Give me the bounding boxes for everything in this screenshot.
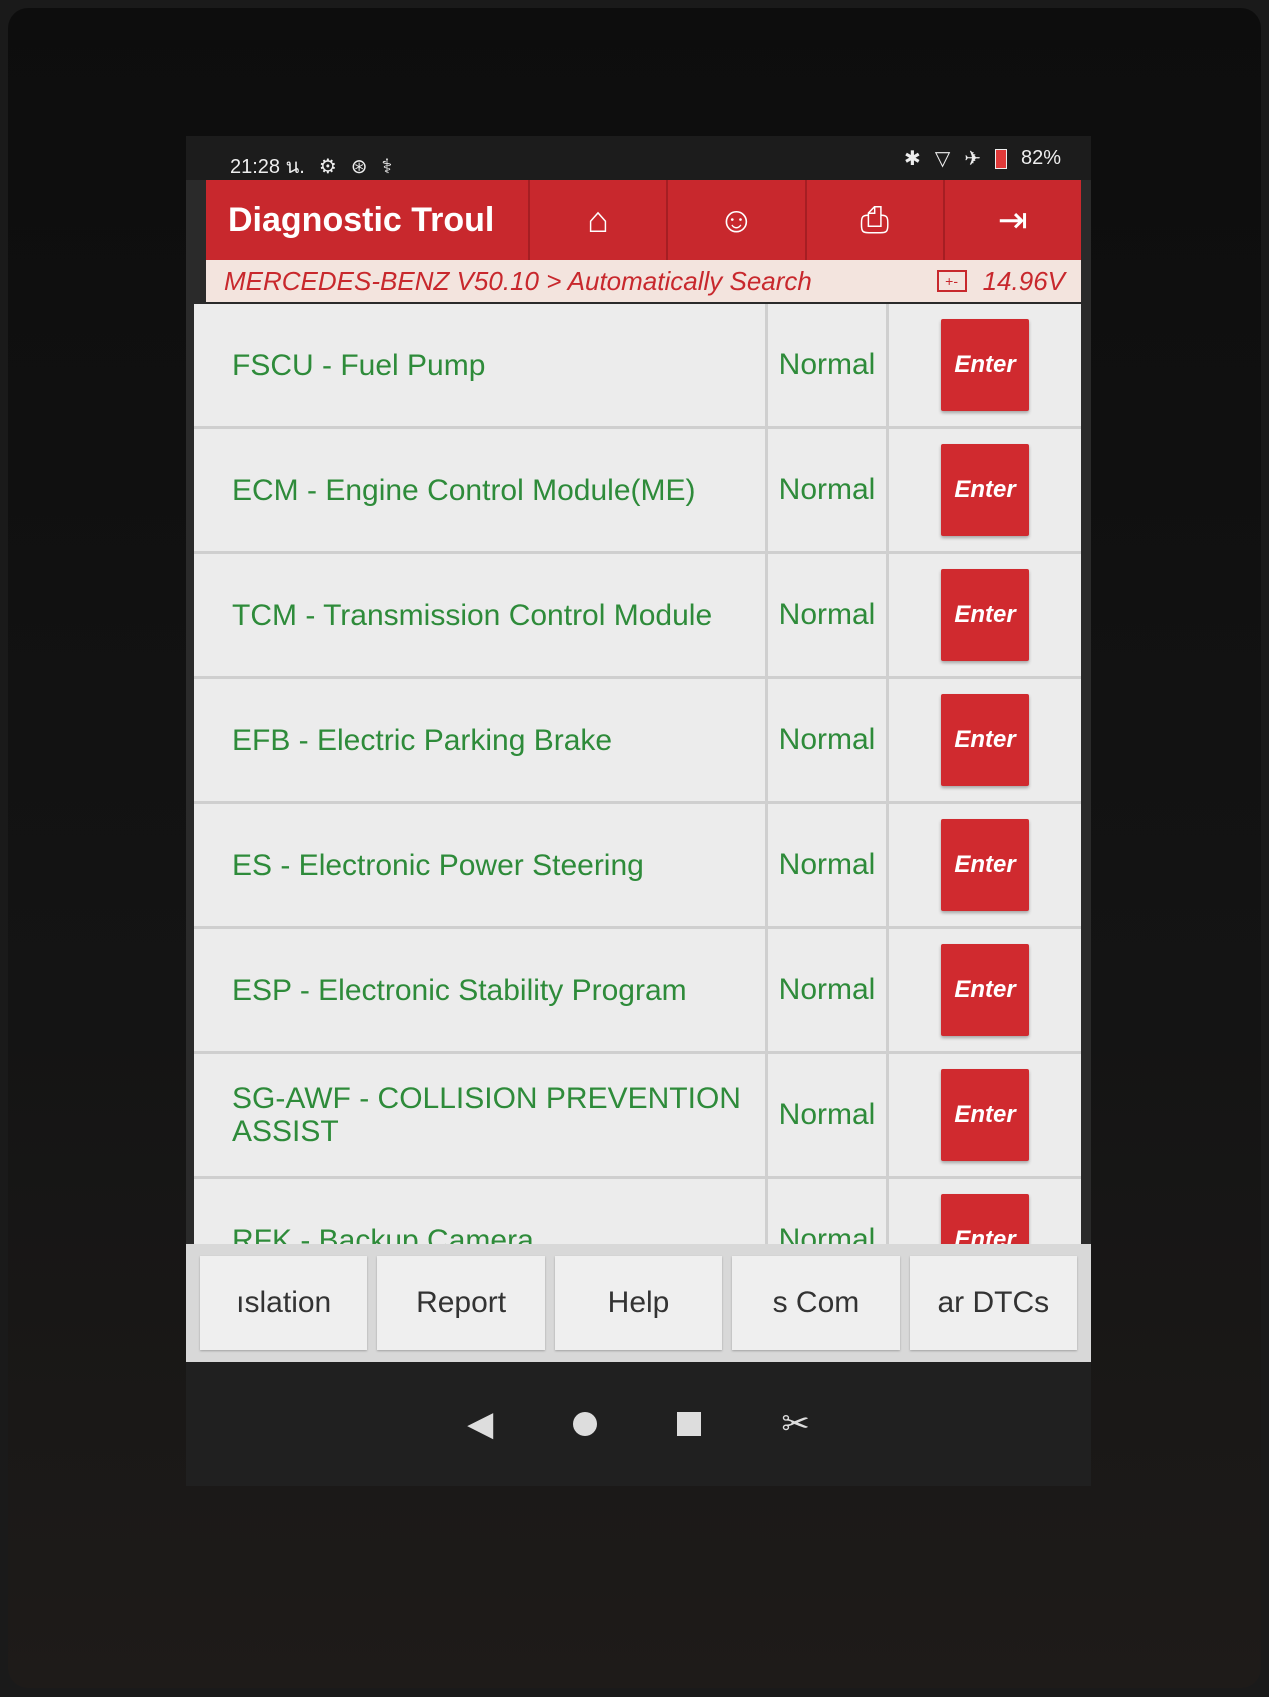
table-row: ESP - Electronic Stability Program Norma… [194, 929, 1081, 1054]
app-header: Diagnostic Troul ⌂ ☺ ⎙ ⇥ [206, 180, 1081, 260]
enter-button[interactable]: Enter [941, 444, 1029, 536]
android-nav-bar: ◀ ✂ [186, 1362, 1091, 1486]
bottom-toolbar: ıslation Report Help s Com ar DTCs [186, 1244, 1091, 1362]
battery-percent: 82% [1020, 147, 1061, 169]
breadcrumb-path: MERCEDES-BENZ V50.10 > Automatically Sea… [224, 265, 812, 296]
components-button[interactable]: s Com [732, 1256, 900, 1350]
module-name: ECM - Engine Control Module(ME) [194, 429, 768, 551]
breadcrumb: MERCEDES-BENZ V50.10 > Automatically Sea… [206, 260, 1081, 302]
help-button[interactable]: Help [554, 1256, 723, 1350]
enter-button[interactable]: Enter [941, 819, 1029, 911]
enter-button[interactable]: Enter [941, 1069, 1029, 1161]
module-status: Normal [768, 804, 889, 926]
home-nav-icon[interactable] [573, 1412, 598, 1436]
home-icon: ⌂ [587, 199, 609, 240]
module-status: Normal [768, 554, 889, 676]
module-name: SG-AWF - COLLISION PREVENTION ASSIST [194, 1054, 768, 1176]
recents-icon[interactable] [677, 1412, 702, 1436]
clear-dtcs-button[interactable]: ar DTCs [909, 1256, 1078, 1350]
home-button[interactable]: ⌂ [528, 180, 666, 260]
bluetooth-icon: ✱ [904, 148, 921, 170]
module-status: Normal [768, 929, 889, 1051]
enter-button[interactable]: Enter [941, 944, 1029, 1036]
exit-button[interactable]: ⇥ [942, 180, 1081, 260]
screenshot-icon[interactable]: ✂ [781, 1404, 810, 1444]
user-button[interactable]: ☺ [666, 180, 804, 260]
tablet-device: 21:28 น. ⚙ ⊛ ⚕ ✱ ▽ ✈ 82% Diagnostic Trou… [8, 8, 1261, 1688]
user-icon: ☺ [717, 199, 755, 240]
module-name: EFB - Electric Parking Brake [194, 679, 768, 801]
table-row: ES - Electronic Power Steering Normal En… [194, 804, 1081, 929]
airplane-icon: ✈ [964, 148, 981, 170]
status-bar: 21:28 น. ⚙ ⊛ ⚕ ✱ ▽ ✈ 82% [186, 136, 1091, 180]
wifi-icon: ▽ [934, 148, 951, 170]
module-name: ESP - Electronic Stability Program [194, 929, 768, 1051]
report-button[interactable]: Report [377, 1256, 545, 1350]
enter-button[interactable]: Enter [941, 319, 1029, 411]
notification-icon: ⊛ [350, 155, 368, 178]
table-row: SG-AWF - COLLISION PREVENTION ASSIST Nor… [194, 1054, 1081, 1179]
module-name: ES - Electronic Power Steering [194, 804, 768, 926]
exit-icon: ⇥ [997, 199, 1028, 240]
module-status: Normal [768, 429, 889, 551]
clock: 21:28 น. [230, 156, 305, 178]
module-status: Normal [768, 1054, 889, 1176]
back-icon[interactable]: ◀ [467, 1404, 493, 1444]
diagnostic-icon: ⚕ [381, 155, 393, 178]
module-status: Normal [768, 679, 889, 801]
enter-button[interactable]: Enter [941, 569, 1029, 661]
translation-button[interactable]: ıslation [200, 1256, 368, 1350]
screen: 21:28 น. ⚙ ⊛ ⚕ ✱ ▽ ✈ 82% Diagnostic Trou… [186, 136, 1091, 1486]
module-status: Normal [768, 304, 889, 426]
table-row: TCM - Transmission Control Module Normal… [194, 554, 1081, 679]
battery-icon [994, 148, 1007, 169]
page-title: Diagnostic Troul [228, 201, 495, 239]
voltage-readout: 14.96V [982, 265, 1065, 296]
print-button[interactable]: ⎙ [804, 180, 943, 260]
module-name: FSCU - Fuel Pump [194, 304, 768, 426]
print-icon: ⎙ [860, 198, 890, 240]
table-row: EFB - Electric Parking Brake Normal Ente… [194, 679, 1081, 804]
table-row: ECM - Engine Control Module(ME) Normal E… [194, 429, 1081, 554]
table-row: FSCU - Fuel Pump Normal Enter [194, 304, 1081, 429]
module-name: TCM - Transmission Control Module [194, 554, 768, 676]
settings-icon: ⚙ [318, 155, 337, 178]
car-battery-icon: +- [936, 270, 967, 292]
enter-button[interactable]: Enter [941, 694, 1029, 786]
